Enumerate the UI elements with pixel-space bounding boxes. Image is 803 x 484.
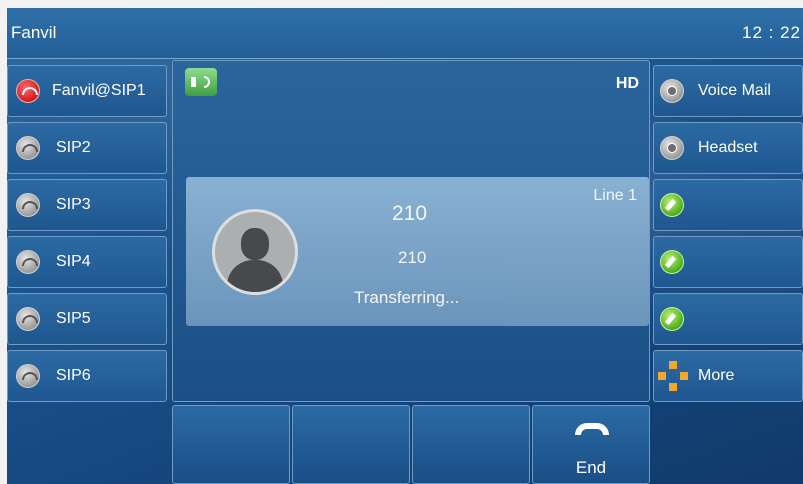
end-label: End [575,458,607,477]
end-call-button[interactable]: End [532,405,650,484]
avatar-icon [212,209,298,295]
pencil-icon [660,250,684,274]
pencil-icon [660,307,684,331]
line-label: Line 1 [593,187,637,204]
line-key-label: SIP4 [56,253,91,270]
line-key-label: SIP6 [56,367,91,384]
line-key-sip4[interactable]: SIP4 [7,236,167,288]
more-key[interactable]: More [653,350,803,402]
more-label: More [698,367,735,384]
softkey-2[interactable] [292,405,410,484]
line-key-sip5[interactable]: SIP5 [7,293,167,345]
softkey-3[interactable] [412,405,530,484]
line-key-label: SIP3 [56,196,91,213]
softkey-1[interactable] [172,405,290,484]
call-card[interactable]: Line 1 210 210 Transferring... [186,177,649,326]
headset-label: Headset [698,139,758,156]
phone-screen: Fanvil 12 : 22 Fanvil@SIP1 SIP2 SIP3 SIP… [7,8,803,484]
line-key-sip3[interactable]: SIP3 [7,179,167,231]
line-key-sip1[interactable]: Fanvil@SIP1 [7,65,167,117]
handset-icon [16,307,40,331]
status-bar: Fanvil 12 : 22 [7,8,803,59]
clock: 12 : 22 [742,23,801,42]
arrows-icon [658,361,688,391]
voice-mail-key[interactable]: Voice Mail [653,65,803,117]
handset-icon [16,250,40,274]
caller-number: 210 [398,248,427,267]
dss-key-2[interactable] [653,236,803,288]
brand-label: Fanvil [11,23,57,42]
line-key-label: SIP2 [56,139,91,156]
handset-icon [16,193,40,217]
pencil-icon [660,193,684,217]
hd-badge: HD [615,75,639,92]
line-key-label: SIP5 [56,310,91,327]
speaker-icon [185,68,217,96]
headset-key[interactable]: Headset [653,122,803,174]
radio-icon [660,79,684,103]
call-panel: HD Line 1 210 210 Transferring... [172,60,650,402]
line-key-sip6[interactable]: SIP6 [7,350,167,402]
line-key-label: Fanvil@SIP1 [52,82,146,99]
hang-up-icon [575,423,609,435]
handset-icon [16,364,40,388]
voice-mail-label: Voice Mail [698,82,771,99]
handset-red-icon [16,79,40,103]
dss-key-1[interactable] [653,179,803,231]
line-key-sip2[interactable]: SIP2 [7,122,167,174]
call-status: Transferring... [354,288,460,307]
dss-key-3[interactable] [653,293,803,345]
handset-icon [16,136,40,160]
caller-name: 210 [392,202,428,225]
radio-icon [660,136,684,160]
